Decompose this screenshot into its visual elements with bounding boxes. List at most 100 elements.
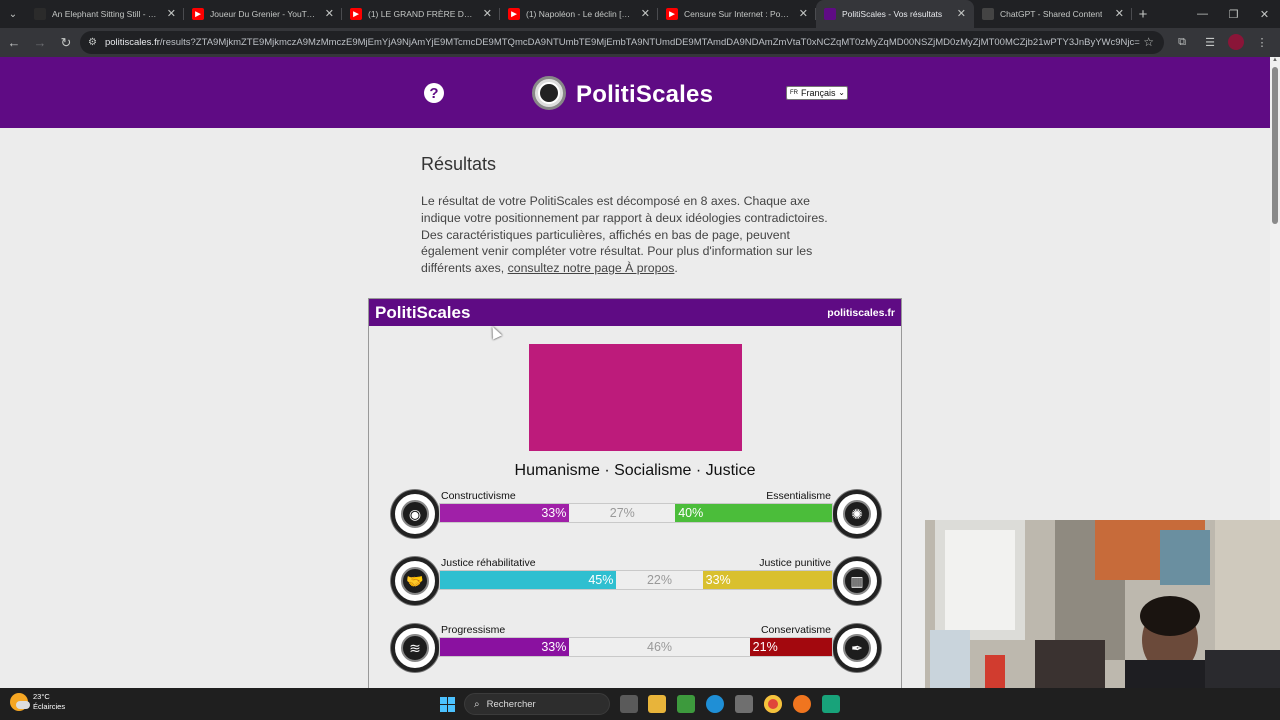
axis-left-label: Constructivisme (441, 490, 516, 502)
intro-paragraph: Le résultat de votre PolitiScales est dé… (421, 194, 828, 276)
card-header: PolitiScales politiscales.fr (369, 299, 901, 326)
browser-toolbar: ← → ↻ ⚙ politiscales.fr/results?ZTA9Mjkm… (0, 28, 1280, 57)
axis-left-segment: 33% (440, 638, 570, 656)
browser-tab[interactable]: An Elephant Sitting Still - Film ( ✕ (26, 0, 184, 28)
prison-bars-icon: ▥ (833, 557, 881, 605)
forward-icon[interactable]: → (28, 31, 52, 55)
close-tab-icon[interactable]: ✕ (957, 7, 966, 20)
close-tab-icon[interactable]: ✕ (483, 7, 492, 20)
firefox-icon[interactable] (793, 695, 811, 713)
language-value: Français (801, 88, 836, 98)
tab-title: (1) Napoléon - Le déclin [Partie (526, 9, 634, 19)
taskbar-search[interactable]: ⌕ Rechercher (464, 693, 610, 715)
tab-separator (1131, 8, 1132, 20)
close-tab-icon[interactable]: ✕ (325, 7, 334, 20)
axis-bar: 45% 22% 33% (439, 570, 833, 590)
tab-title: Censure Sur Internet : Pourquo (684, 9, 792, 19)
xbox-icon[interactable] (677, 695, 695, 713)
flag-icon: FR (790, 90, 798, 96)
axis-neutral-segment: 46% (647, 640, 673, 654)
axis-left-segment: 45% (440, 571, 617, 589)
profile-avatar[interactable] (1228, 34, 1244, 50)
app-icon[interactable] (822, 695, 840, 713)
weather-icon (10, 693, 30, 711)
store-icon[interactable] (735, 695, 753, 713)
about-page-link[interactable]: consultez notre page À propos (508, 261, 675, 275)
task-view-icon[interactable] (620, 695, 638, 713)
new-tab-button[interactable]: + (1132, 6, 1154, 23)
search-icon: ⌕ (474, 698, 480, 710)
browser-tab[interactable]: ▶ (1) Napoléon - Le déclin [Partie ✕ (500, 0, 658, 28)
tab-search-icon[interactable]: ⌄ (0, 0, 26, 28)
handshake-icon: 🤝 (391, 557, 439, 605)
youtube-icon: ▶ (350, 8, 362, 20)
weather-text: Éclaircies (33, 702, 66, 711)
back-icon[interactable]: ← (2, 31, 26, 55)
help-icon[interactable]: ? (424, 83, 444, 103)
close-tab-icon[interactable]: ✕ (641, 7, 650, 20)
axis-neutral-segment: 27% (609, 506, 635, 520)
browser-tab[interactable]: ▶ (1) LE GRAND FRÈRE DE BAKI D ✕ (342, 0, 500, 28)
axis-left-label: Progressisme (441, 624, 506, 636)
tab-strip: ⌄ An Elephant Sitting Still - Film ( ✕ ▶ Jo… (0, 0, 1280, 28)
axis-right-label: Essentialisme (766, 490, 831, 502)
site-header: ? PolitiScales FR Français ⌄ (0, 57, 1270, 128)
globe-icon (824, 8, 836, 20)
sc-icon (34, 8, 46, 20)
scroll-up-icon[interactable]: ▲ (1270, 57, 1280, 67)
browser-tab[interactable]: ▶ Censure Sur Internet : Pourquo ✕ (658, 0, 816, 28)
address-bar[interactable]: ⚙ politiscales.fr/results?ZTA9MjkmZTE9Mj… (80, 31, 1164, 54)
reading-list-icon[interactable]: ☰ (1200, 32, 1220, 52)
youtube-icon: ▶ (666, 8, 678, 20)
youtube-icon: ▶ (508, 8, 520, 20)
slogan: Humanisme · Socialisme · Justice (514, 462, 756, 479)
axis-row: 🤝 ▥ Justice réhabilitative Justice punitive… (391, 557, 881, 607)
youtube-icon: ▶ (192, 8, 204, 20)
tab-title: PolitiScales - Vos résultats (842, 9, 943, 19)
tab-title: An Elephant Sitting Still - Film ( (52, 9, 160, 19)
axis-bar: 33% 27% 40% (439, 503, 833, 523)
restore-icon[interactable]: ❐ (1218, 0, 1249, 28)
constructivism-icon: ◉ (391, 490, 439, 538)
tab-title: (1) LE GRAND FRÈRE DE BAKI D (368, 9, 476, 19)
progressism-icon: ≋ (391, 624, 439, 672)
axis-right-segment: 21% (749, 638, 832, 656)
menu-icon[interactable]: ⋮ (1252, 32, 1272, 52)
scrollbar-thumb[interactable] (1272, 67, 1278, 224)
weather-widget[interactable]: 23°C Éclaircies (10, 692, 65, 712)
browser-tab[interactable]: ▶ Joueur Du Grenier - YouTube ✕ (184, 0, 342, 28)
axis-row: ◉ ✺ Constructivisme Essentialisme 33% 27% 40% (391, 490, 881, 540)
reload-icon[interactable]: ↻ (54, 31, 78, 55)
card-site: politiscales.fr (827, 307, 895, 319)
browser-tab[interactable]: ChatGPT - Shared Content ✕ (974, 0, 1132, 28)
tab-title: Joueur Du Grenier - YouTube (210, 9, 318, 19)
page-title: Résultats (421, 154, 497, 174)
close-tab-icon[interactable]: ✕ (1115, 7, 1124, 20)
file-explorer-icon[interactable] (648, 695, 666, 713)
temperature: 23°C (33, 692, 50, 701)
close-window-icon[interactable]: ✕ (1249, 0, 1280, 28)
axis-right-segment: 40% (675, 504, 832, 522)
axis-bar: 33% 46% 21% (439, 637, 833, 657)
chrome-icon[interactable] (764, 695, 782, 713)
results-card: PolitiScales politiscales.fr Humanisme ·… (368, 298, 902, 688)
webcam-overlay (925, 520, 1280, 688)
axis-left-label: Justice réhabilitative (441, 557, 536, 569)
card-title: PolitiScales (375, 303, 471, 322)
windows-start-icon[interactable] (440, 697, 455, 712)
ideology-flag (529, 344, 742, 451)
bookmark-star-icon[interactable]: ☆ (1143, 35, 1154, 49)
close-tab-icon[interactable]: ✕ (799, 7, 808, 20)
chatgpt-icon (982, 8, 994, 20)
edge-icon[interactable] (706, 695, 724, 713)
minimize-icon[interactable]: — (1187, 0, 1218, 28)
extensions-icon[interactable]: ⧉ (1172, 32, 1192, 52)
essentialism-icon: ✺ (833, 490, 881, 538)
site-name[interactable]: PolitiScales (576, 81, 713, 109)
politiscales-logo-icon[interactable] (532, 76, 566, 110)
browser-tab[interactable]: PolitiScales - Vos résultats ✕ (816, 0, 974, 28)
axis-right-label: Justice punitive (759, 557, 831, 569)
language-select[interactable]: FR Français ⌄ (786, 86, 848, 100)
site-info-icon[interactable]: ⚙ (88, 37, 97, 48)
close-tab-icon[interactable]: ✕ (167, 7, 176, 20)
